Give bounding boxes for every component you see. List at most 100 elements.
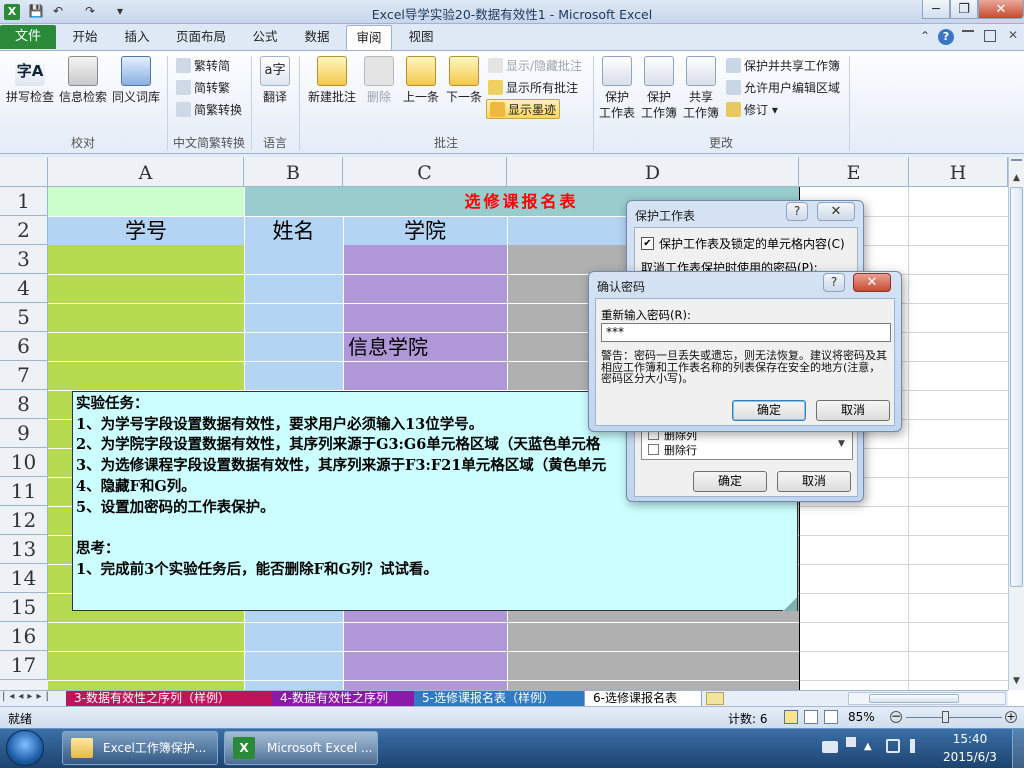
- to-traditional-button[interactable]: 简转繁: [176, 78, 230, 98]
- header-name[interactable]: 姓名: [244, 216, 343, 245]
- zoom-out-icon[interactable]: −: [890, 710, 902, 723]
- translate-button[interactable]: a字 翻译: [256, 56, 294, 105]
- horizontal-scroll-thumb[interactable]: [869, 694, 959, 703]
- show-hide-comment-button[interactable]: 显示/隐藏批注: [488, 56, 582, 76]
- vertical-scrollbar[interactable]: ▲ ▼: [1008, 157, 1024, 690]
- column-header-b[interactable]: B: [244, 157, 343, 187]
- share-workbook-button[interactable]: 共享 工作簿: [682, 56, 720, 121]
- spell-check-button[interactable]: 字A 拼写检查: [4, 56, 56, 105]
- cell-c6[interactable]: 信息学院: [348, 332, 508, 361]
- protect-checkbox[interactable]: ✔: [641, 237, 654, 250]
- zoom-level[interactable]: 85%: [848, 710, 875, 724]
- confirm-dialog-close-button[interactable]: ✕: [853, 273, 891, 292]
- insert-sheet-icon[interactable]: [706, 692, 724, 705]
- zoom-in-icon[interactable]: +: [1005, 711, 1017, 723]
- tab-view[interactable]: 视图: [398, 25, 444, 50]
- tray-icon[interactable]: [846, 737, 856, 747]
- last-sheet-icon[interactable]: ▸|: [36, 691, 52, 702]
- page-layout-view-icon[interactable]: [804, 710, 818, 724]
- row-header[interactable]: 5: [0, 303, 48, 332]
- row-header[interactable]: 14: [0, 564, 48, 593]
- select-all-corner[interactable]: [0, 157, 48, 187]
- row-header[interactable]: 16: [0, 622, 48, 651]
- zoom-slider-track[interactable]: [906, 717, 1002, 718]
- tab-insert[interactable]: 插入: [114, 25, 160, 50]
- track-changes-button[interactable]: 修订 ▾: [726, 100, 778, 120]
- row-header[interactable]: 3: [0, 245, 48, 274]
- chinese-convert-button[interactable]: 简繁转换: [176, 100, 242, 120]
- tab-data[interactable]: 数据: [294, 25, 340, 50]
- row-header[interactable]: 10: [0, 448, 48, 477]
- show-desktop-button[interactable]: [1012, 729, 1024, 768]
- protect-dialog-help-button[interactable]: ?: [786, 202, 808, 221]
- column-header-h[interactable]: H: [909, 157, 1008, 187]
- start-button-icon[interactable]: [6, 730, 44, 766]
- page-break-view-icon[interactable]: [824, 710, 838, 724]
- row-header[interactable]: 8: [0, 390, 48, 419]
- horizontal-scrollbar[interactable]: [848, 692, 1006, 705]
- column-header-a[interactable]: A: [48, 157, 244, 187]
- tab-page-layout[interactable]: 页面布局: [166, 25, 236, 50]
- show-all-comments-button[interactable]: 显示所有批注: [488, 78, 578, 98]
- scroll-down-icon[interactable]: ▼: [1009, 674, 1024, 688]
- row-header[interactable]: 7: [0, 361, 48, 390]
- sheet-tab-5[interactable]: 5-选修课报名表（样例）: [414, 691, 584, 707]
- close-window-button[interactable]: ✕: [978, 0, 1024, 19]
- row-header[interactable]: 9: [0, 419, 48, 448]
- header-student-id[interactable]: 学号: [48, 216, 244, 245]
- sheet-nav-icons[interactable]: |◂◂▸▸|: [2, 691, 53, 702]
- protect-sheet-button[interactable]: 保护 工作表: [598, 56, 636, 121]
- ribbon-close-icon[interactable]: ✕: [1006, 28, 1020, 42]
- column-header-e[interactable]: E: [799, 157, 909, 187]
- sheet-tab-6-active[interactable]: 6-选修课报名表: [584, 691, 702, 707]
- protect-ok-button[interactable]: 确定: [693, 471, 767, 492]
- row-header[interactable]: 11: [0, 477, 48, 506]
- new-comment-button[interactable]: 新建批注: [306, 56, 358, 105]
- column-header-c[interactable]: C: [343, 157, 507, 187]
- show-ink-button[interactable]: 显示墨迹: [486, 99, 561, 119]
- row-header[interactable]: 12: [0, 506, 48, 535]
- row-header[interactable]: 4: [0, 274, 48, 303]
- row-header[interactable]: 6: [0, 332, 48, 361]
- scroll-up-icon[interactable]: ▲: [1009, 171, 1024, 185]
- ribbon-minimize-icon[interactable]: [962, 30, 974, 42]
- sheet-tab-3[interactable]: 3-数据有效性之序列（样例）: [66, 691, 272, 707]
- scroll-thumb[interactable]: [1010, 187, 1023, 587]
- next-comment-button[interactable]: 下一条: [444, 56, 484, 105]
- protect-cancel-button[interactable]: 取消: [777, 471, 851, 492]
- show-hidden-icons[interactable]: ▲: [864, 741, 872, 752]
- minimize-button[interactable]: ─: [922, 0, 950, 19]
- thesaurus-button[interactable]: 同义词库: [110, 56, 162, 105]
- research-button[interactable]: 信息检索: [58, 56, 108, 105]
- help-icon[interactable]: ?: [938, 29, 954, 45]
- to-simplified-button[interactable]: 繁转简: [176, 56, 230, 76]
- clock-date[interactable]: 2015/6/3: [934, 750, 1006, 764]
- tab-review[interactable]: 审阅: [346, 25, 392, 50]
- clock-time[interactable]: 15:40: [940, 732, 1000, 746]
- taskbar-excel-item[interactable]: X Microsoft Excel ...: [224, 731, 378, 765]
- allow-edit-ranges-button[interactable]: 允许用户编辑区域: [726, 78, 840, 98]
- tab-home[interactable]: 开始: [62, 25, 108, 50]
- protect-and-share-button[interactable]: 保护并共享工作簿: [726, 56, 840, 76]
- row-header[interactable]: 1: [0, 187, 48, 216]
- collapse-ribbon-icon[interactable]: ⌃: [918, 29, 932, 43]
- confirm-cancel-button[interactable]: 取消: [816, 400, 890, 421]
- volume-icon[interactable]: [910, 739, 924, 753]
- protect-workbook-button[interactable]: 保护 工作簿: [640, 56, 678, 121]
- normal-view-icon[interactable]: [784, 710, 798, 724]
- row-header[interactable]: 2: [0, 216, 48, 245]
- row-header[interactable]: 15: [0, 593, 48, 622]
- confirm-dialog-help-button[interactable]: ?: [823, 273, 845, 292]
- row-header[interactable]: 13: [0, 535, 48, 564]
- tab-file[interactable]: 文件: [0, 25, 56, 49]
- delete-row-checkbox[interactable]: [648, 444, 659, 455]
- restore-button[interactable]: ❐: [950, 0, 978, 19]
- column-header-d[interactable]: D: [507, 157, 799, 187]
- delete-comment-button[interactable]: 删除: [362, 56, 396, 105]
- sheet-tab-4[interactable]: 4-数据有效性之序列: [272, 691, 414, 707]
- cell-a1[interactable]: [48, 187, 244, 216]
- keyboard-icon[interactable]: [822, 741, 838, 753]
- row-header[interactable]: 17: [0, 651, 48, 680]
- zoom-slider-thumb[interactable]: [942, 711, 949, 723]
- tab-formulas[interactable]: 公式: [242, 25, 288, 50]
